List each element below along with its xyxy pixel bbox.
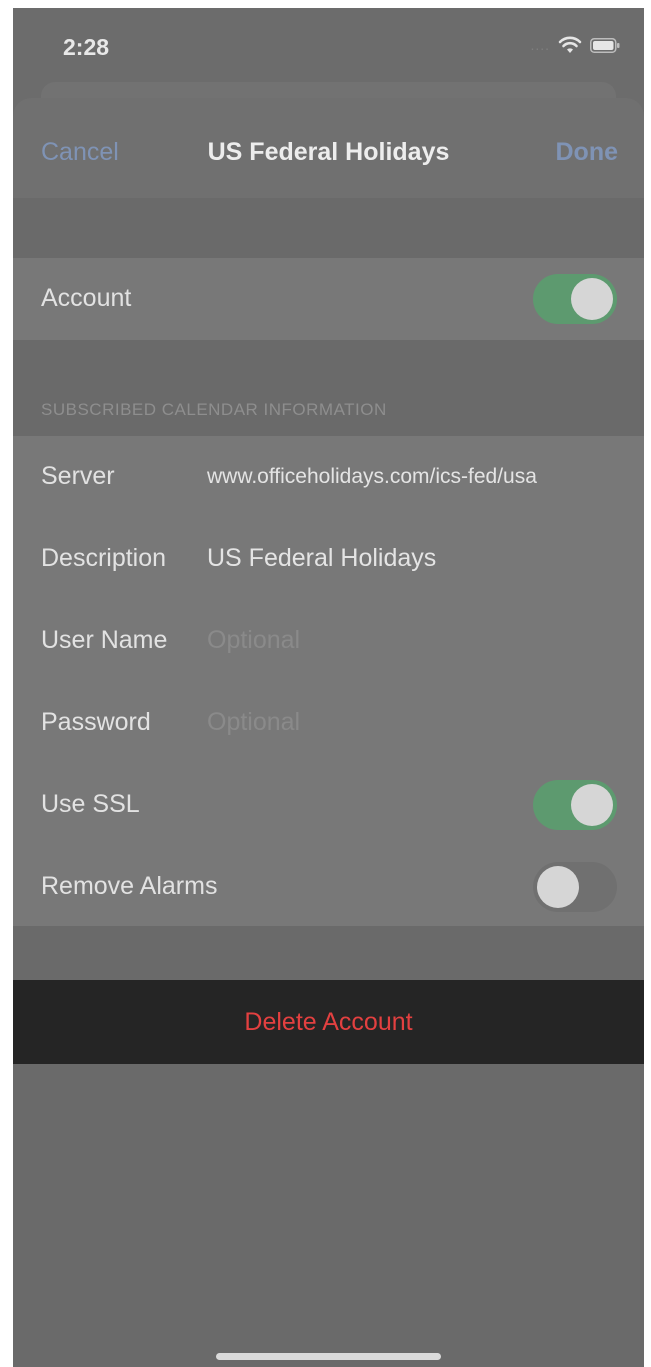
delete-account-button[interactable]: Delete Account [13, 1008, 644, 1037]
server-label: Server [41, 462, 115, 490]
signal-icon: .... [530, 37, 550, 53]
account-toggle[interactable] [533, 274, 617, 324]
description-field[interactable]: US Federal Holidays [207, 544, 436, 573]
status-bar: 2:28 .... [13, 8, 644, 88]
use-ssl-label: Use SSL [41, 790, 140, 818]
account-row: Account [13, 258, 644, 340]
remove-alarms-row: Remove Alarms [13, 846, 644, 928]
password-field[interactable]: Optional [207, 708, 300, 737]
toggle-knob [571, 784, 613, 826]
server-field[interactable]: www.officeholidays.com/ics-fed/usa [207, 465, 537, 489]
password-row[interactable]: Password Optional [13, 682, 644, 764]
use-ssl-row: Use SSL [13, 764, 644, 846]
status-icons: .... [530, 36, 620, 54]
user-name-field[interactable]: Optional [207, 626, 300, 655]
section-header: SUBSCRIBED CALENDAR INFORMATION [41, 400, 387, 419]
done-button[interactable]: Done [556, 138, 619, 167]
toggle-knob [537, 866, 579, 908]
description-row[interactable]: Description US Federal Holidays [13, 518, 644, 600]
remove-alarms-label: Remove Alarms [41, 872, 218, 900]
server-row[interactable]: Server www.officeholidays.com/ics-fed/us… [13, 436, 644, 518]
account-label: Account [41, 284, 132, 312]
use-ssl-toggle[interactable] [533, 780, 617, 830]
wifi-icon [558, 36, 582, 53]
password-label: Password [41, 708, 151, 736]
battery-icon [590, 37, 620, 53]
home-indicator[interactable] [216, 1353, 441, 1360]
toggle-knob [571, 278, 613, 320]
delete-account-group: Delete Account [13, 980, 644, 1064]
page-title: US Federal Holidays [207, 138, 450, 166]
remove-alarms-toggle[interactable] [533, 862, 617, 912]
nav-bar: Cancel US Federal Holidays Done [13, 98, 644, 198]
account-group: Account [13, 258, 644, 340]
account-sheet: Cancel US Federal Holidays Done Account … [13, 98, 644, 1367]
user-name-label: User Name [41, 626, 168, 654]
user-name-row[interactable]: User Name Optional [13, 600, 644, 682]
calendar-info-group: Server www.officeholidays.com/ics-fed/us… [13, 436, 644, 926]
phone-screen: 2:28 .... Cancel US Federal Holidays Don… [13, 8, 644, 1367]
description-label: Description [41, 544, 167, 572]
status-time: 2:28 [63, 34, 110, 60]
